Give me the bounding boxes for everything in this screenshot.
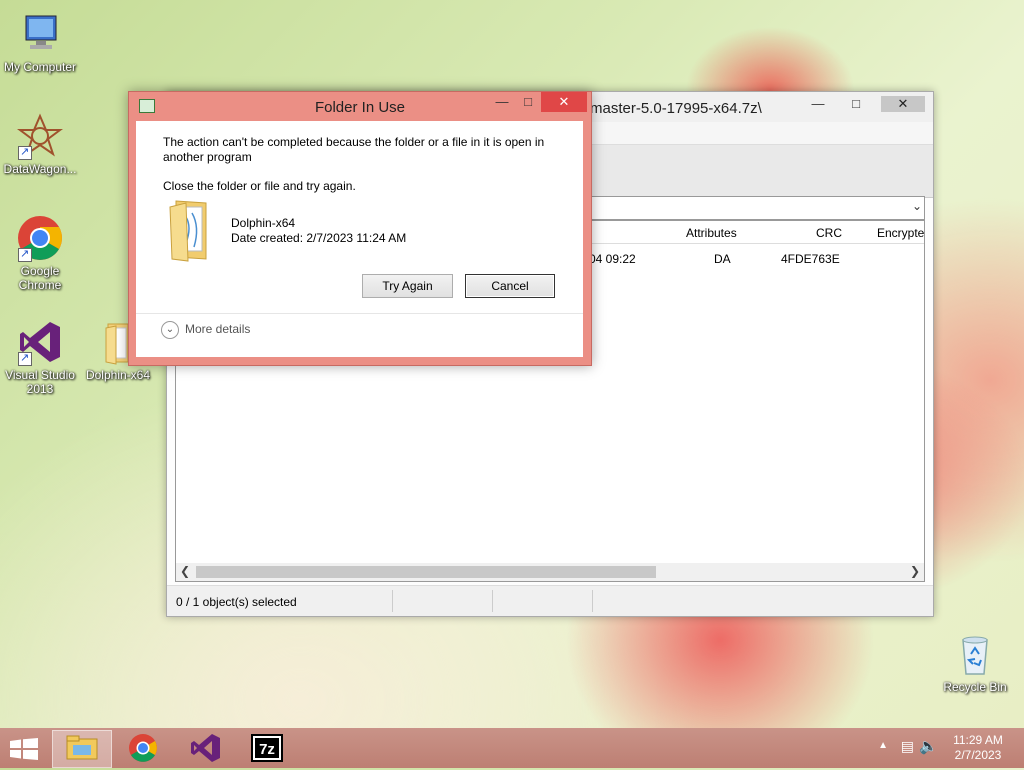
desktop-icon-label: Dolphin-x64 [85,368,151,382]
maximize-icon[interactable]: □ [843,96,869,112]
desktop-icon-google-chrome[interactable]: Google Chrome [0,214,80,292]
seven-zip-icon: 7z [251,734,283,762]
recycle-bin-icon [951,630,999,678]
file-explorer-icon [66,735,98,760]
minimize-icon[interactable]: — [489,92,515,112]
status-separator [492,590,493,612]
archive-path-title: master-5.0-17995-x64.7z\ [590,100,762,117]
cell-attributes: DA [714,252,731,266]
maximize-icon[interactable]: □ [515,92,541,112]
error-message: The action can't be completed because th… [163,135,545,164]
desktop-icon-label: Visual Studio 2013 [5,368,75,396]
scroll-left-icon[interactable]: ❮ [180,564,190,578]
taskbar-file-explorer[interactable] [52,730,112,768]
desktop-icon-my-computer[interactable]: My Computer [0,10,80,74]
visual-studio-icon [191,734,220,762]
cell-modified: 04 09:22 [589,252,636,266]
datawagon-icon [16,112,64,160]
chevron-down-icon: ⌄ [161,320,179,339]
computer-icon [16,10,64,58]
svg-text:7z: 7z [259,741,275,758]
dialog-titlebar[interactable]: Folder In Use — □ ✕ [129,92,591,120]
cell-crc: 4FDE763E [781,252,840,266]
instruction-text: Close the folder or file and try again. [163,179,356,193]
status-separator [592,590,593,612]
scroll-right-icon[interactable]: ❯ [910,564,920,578]
close-icon[interactable]: ✕ [881,96,925,112]
visual-studio-icon [16,318,64,366]
network-icon[interactable]: ▤ [901,738,914,755]
minimize-icon[interactable]: — [805,96,831,112]
desktop-icon-recycle-bin[interactable]: Recycle Bin [935,630,1015,694]
folder-icon [166,197,216,263]
more-details-toggle[interactable]: ⌄ More details [161,320,251,339]
clock[interactable]: 11:29 AM 2/7/2023 [948,733,1008,763]
shortcut-arrow-icon [18,145,32,160]
column-header-encrypted[interactable]: Encrypte [877,226,924,240]
scrollbar-thumb[interactable] [196,566,656,578]
taskbar: 7z ▲ ▤ 🔈 11:29 AM 2/7/2023 [0,728,1024,768]
desktop-icon-label: DataWagon... [3,162,77,176]
horizontal-scrollbar[interactable]: ❮ ❯ [176,563,924,581]
try-again-button[interactable]: Try Again [362,274,453,298]
more-details-label: More details [185,322,251,336]
taskbar-visual-studio[interactable] [176,730,234,766]
desktop-icon-label: Google Chrome [18,264,62,292]
selection-status: 0 / 1 object(s) selected [176,595,297,609]
chrome-icon [16,214,64,262]
date-created: Date created: 2/7/2023 11:24 AM [231,231,407,245]
taskbar-7zip[interactable]: 7z [238,730,296,766]
chevron-down-icon[interactable]: ⌄ [912,199,922,213]
shortcut-arrow-icon [18,247,32,262]
shortcut-arrow-icon [18,351,32,366]
desktop-icon-label: My Computer [3,60,77,74]
dialog-body: The action can't be completed because th… [136,121,583,357]
close-icon[interactable]: ✕ [541,92,587,112]
divider [136,313,583,314]
column-header-attributes[interactable]: Attributes [686,226,737,240]
chrome-icon [129,734,157,762]
desktop-icon-visual-studio[interactable]: Visual Studio 2013 [0,318,80,396]
folder-in-use-dialog[interactable]: Folder In Use — □ ✕ The action can't be … [128,91,592,366]
file-name: Dolphin-x64 [231,216,296,230]
windows-start-icon[interactable] [10,738,38,760]
show-hidden-icons-icon[interactable]: ▲ [878,740,888,751]
volume-icon[interactable]: 🔈 [919,737,938,755]
clock-date: 2/7/2023 [954,748,1002,762]
status-bar: 0 / 1 object(s) selected [167,585,933,616]
taskbar-chrome[interactable] [114,730,172,766]
desktop-icon-label: Recycle Bin [943,680,1007,694]
desktop-icon-datawagon[interactable]: DataWagon... [0,112,80,176]
column-header-crc[interactable]: CRC [816,226,842,240]
status-separator [392,590,393,612]
cancel-button[interactable]: Cancel [465,274,555,298]
clock-time: 11:29 AM [953,733,1003,747]
